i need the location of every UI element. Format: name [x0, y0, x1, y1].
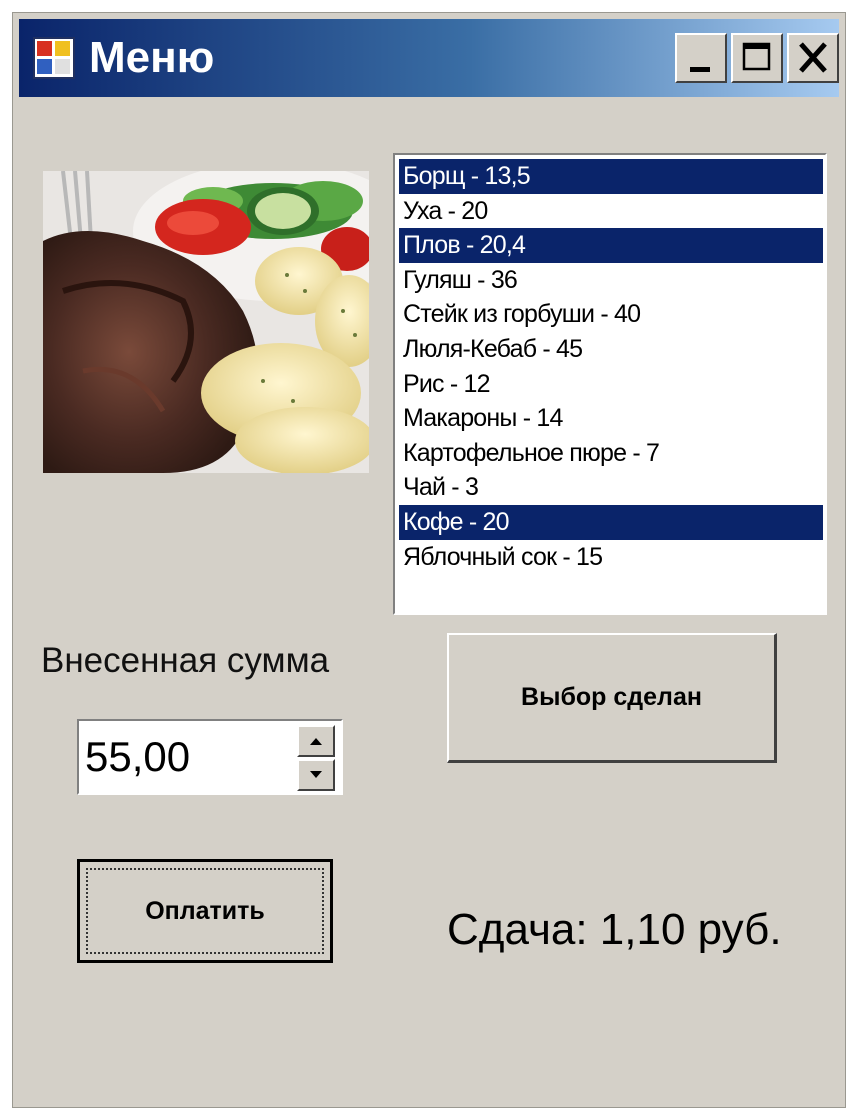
- list-item[interactable]: Чай - 3: [399, 470, 823, 505]
- maximize-icon: [742, 42, 771, 71]
- list-item[interactable]: Макароны - 14: [399, 401, 823, 436]
- list-item[interactable]: Яблочный сок - 15: [399, 540, 823, 575]
- application-icon[interactable]: [33, 37, 75, 79]
- choice-done-button[interactable]: Выбор сделан: [447, 633, 777, 763]
- menu-window: Меню Борщ - 13,5 Уха - 20 Плов - 20,4 Гу…: [12, 12, 846, 1108]
- pay-button-label: Оплатить: [86, 868, 324, 954]
- amount-label: Внесенная сумма: [41, 641, 330, 680]
- list-item[interactable]: Плов - 20,4: [399, 228, 823, 263]
- list-item[interactable]: Рис - 12: [399, 367, 823, 402]
- menu-listbox[interactable]: Борщ - 13,5 Уха - 20 Плов - 20,4 Гуляш - 36…: [393, 153, 827, 615]
- spin-up-button[interactable]: [297, 725, 335, 757]
- arrow-up-icon: [310, 738, 322, 745]
- change-label: Сдача: 1,10 руб.: [447, 905, 782, 954]
- arrow-down-icon: [310, 771, 322, 778]
- list-item[interactable]: Люля-Кебаб - 45: [399, 332, 823, 367]
- amount-input[interactable]: [85, 727, 285, 787]
- list-item[interactable]: Уха - 20: [399, 194, 823, 229]
- close-icon: [799, 42, 827, 73]
- title-bar[interactable]: Меню: [19, 19, 839, 97]
- list-item[interactable]: Картофельное пюре - 7: [399, 436, 823, 471]
- list-item[interactable]: Стейк из горбуши - 40: [399, 297, 823, 332]
- minimize-button[interactable]: [675, 33, 727, 83]
- amount-spinner[interactable]: [77, 719, 343, 795]
- maximize-button[interactable]: [731, 33, 783, 83]
- pay-button[interactable]: Оплатить: [77, 859, 333, 963]
- list-item[interactable]: Кофе - 20: [399, 504, 823, 540]
- spin-down-button[interactable]: [297, 759, 335, 791]
- window-title: Меню: [89, 33, 215, 82]
- minimize-icon: [690, 67, 710, 72]
- food-photo: [43, 171, 369, 473]
- close-button[interactable]: [787, 33, 839, 83]
- list-item[interactable]: Борщ - 13,5: [399, 159, 823, 194]
- list-item[interactable]: Гуляш - 36: [399, 263, 823, 298]
